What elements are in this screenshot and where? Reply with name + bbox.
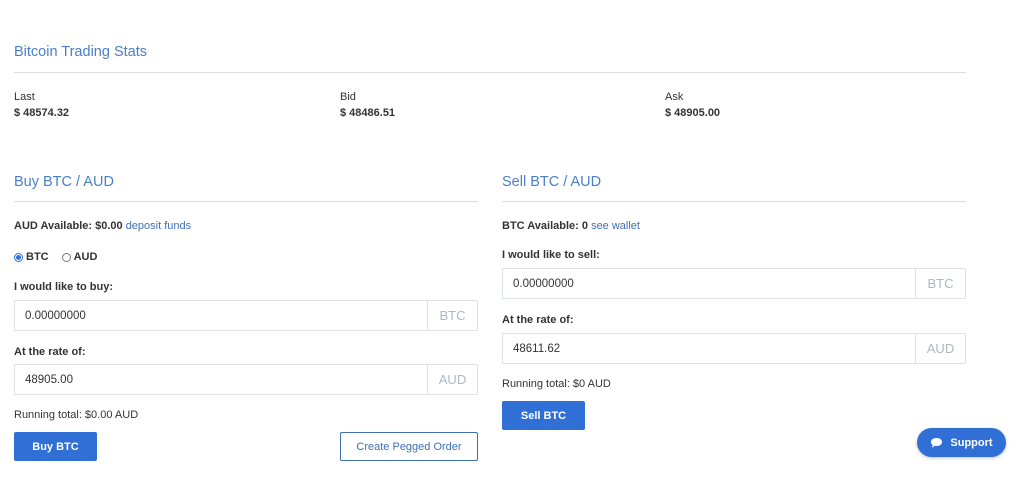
buy-amount-unit: BTC xyxy=(427,301,477,330)
stat-bid-label: Bid xyxy=(340,91,356,103)
buy-unit-radio-group: BTC AUD xyxy=(14,251,97,263)
buy-available: AUD Available: $0.00 deposit funds xyxy=(14,220,191,232)
sell-rate-input[interactable]: 48611.62 xyxy=(503,343,915,355)
buy-title: Buy BTC / AUD xyxy=(14,174,114,190)
support-label: Support xyxy=(950,436,993,449)
sell-available-text: BTC Available: 0 xyxy=(502,220,588,232)
buy-amount-input[interactable]: 0.00000000 xyxy=(15,310,427,322)
sell-available: BTC Available: 0 see wallet xyxy=(502,220,640,232)
sell-amount-unit: BTC xyxy=(915,269,965,298)
buy-available-text: AUD Available: $0.00 xyxy=(14,220,123,232)
radio-btc-label[interactable]: BTC xyxy=(26,251,49,263)
stat-bid-value: $ 48486.51 xyxy=(340,107,396,119)
stat-last-label: Last xyxy=(14,91,35,103)
support-button[interactable]: Support xyxy=(917,428,1006,457)
sell-amount-label: I would like to sell: xyxy=(502,249,600,261)
buy-divider xyxy=(14,201,478,202)
buy-amount-label: I would like to buy: xyxy=(14,281,113,293)
buy-running-total: Running total: $0.00 AUD xyxy=(14,409,139,421)
sell-rate-field[interactable]: 48611.62 AUD xyxy=(502,333,966,364)
sell-running-total: Running total: $0 AUD xyxy=(502,378,611,390)
stat-ask-value: $ 48905.00 xyxy=(665,107,721,119)
sell-rate-unit: AUD xyxy=(915,334,965,363)
buy-rate-label: At the rate of: xyxy=(14,346,86,358)
stat-bid: Bid $ 48486.51 xyxy=(340,91,395,119)
sell-amount-input[interactable]: 0.00000000 xyxy=(503,278,915,290)
sell-divider xyxy=(502,201,966,202)
see-wallet-link[interactable]: see wallet xyxy=(591,220,640,232)
sell-amount-field[interactable]: 0.00000000 BTC xyxy=(502,268,966,299)
stat-ask-label: Ask xyxy=(665,91,684,103)
buy-rate-unit: AUD xyxy=(427,365,477,394)
stat-last-value: $ 48574.32 xyxy=(14,107,70,119)
stat-ask: Ask $ 48905.00 xyxy=(665,91,720,119)
radio-aud[interactable] xyxy=(61,252,71,262)
deposit-funds-link[interactable]: deposit funds xyxy=(126,220,191,232)
radio-btc[interactable] xyxy=(14,252,23,262)
create-pegged-order-button[interactable]: Create Pegged Order xyxy=(340,432,478,461)
buy-rate-field[interactable]: 48905.00 AUD xyxy=(14,364,478,395)
chat-bubble-icon xyxy=(931,437,943,448)
buy-btc-button[interactable]: Buy BTC xyxy=(14,432,97,461)
buy-rate-input[interactable]: 48905.00 xyxy=(15,374,427,386)
sell-title: Sell BTC / AUD xyxy=(502,174,602,190)
radio-aud-label[interactable]: AUD xyxy=(74,251,98,263)
stats-divider xyxy=(14,72,966,73)
sell-btc-button[interactable]: Sell BTC xyxy=(502,401,585,430)
stat-last: Last $ 48574.32 xyxy=(14,91,69,119)
sell-rate-label: At the rate of: xyxy=(502,314,574,326)
buy-amount-field[interactable]: 0.00000000 BTC xyxy=(14,300,478,331)
stats-title: Bitcoin Trading Stats xyxy=(14,44,147,60)
